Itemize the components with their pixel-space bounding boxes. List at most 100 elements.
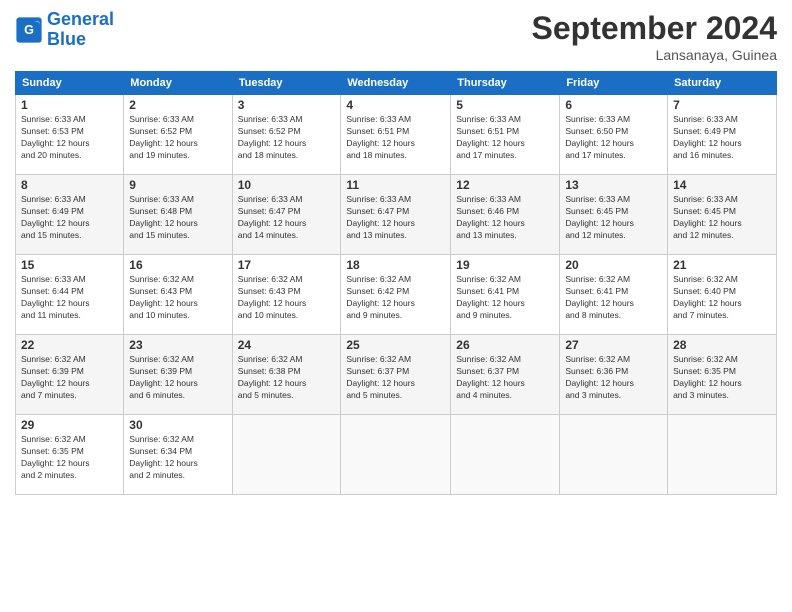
- day-cell: 20 Sunrise: 6:32 AMSunset: 6:41 PMDayligh…: [560, 255, 668, 335]
- logo-line1: General: [47, 9, 114, 29]
- day-cell: 23 Sunrise: 6:32 AMSunset: 6:39 PMDayligh…: [124, 335, 232, 415]
- day-info: Sunrise: 6:33 AMSunset: 6:53 PMDaylight:…: [21, 114, 118, 162]
- day-info: Sunrise: 6:33 AMSunset: 6:48 PMDaylight:…: [129, 194, 226, 242]
- day-info: Sunrise: 6:33 AMSunset: 6:47 PMDaylight:…: [238, 194, 336, 242]
- day-number: 1: [21, 98, 118, 112]
- logo: G General Blue: [15, 10, 114, 50]
- location: Lansanaya, Guinea: [532, 47, 777, 63]
- day-number: 3: [238, 98, 336, 112]
- day-cell: 3Sunrise: 6:33 AMSunset: 6:52 PMDaylight…: [232, 95, 341, 175]
- day-cell: 22 Sunrise: 6:32 AMSunset: 6:39 PMDayligh…: [16, 335, 124, 415]
- day-info: Sunrise: 6:32 AMSunset: 6:37 PMDaylight:…: [456, 354, 554, 402]
- day-info: Sunrise: 6:33 AMSunset: 6:46 PMDaylight:…: [456, 194, 554, 242]
- week-row-2: 8 Sunrise: 6:33 AMSunset: 6:49 PMDaylight…: [16, 175, 777, 255]
- day-cell: 10 Sunrise: 6:33 AMSunset: 6:47 PMDayligh…: [232, 175, 341, 255]
- day-number: 2: [129, 98, 226, 112]
- month-title: September 2024: [532, 10, 777, 47]
- day-number: 10: [238, 178, 336, 192]
- page: G General Blue September 2024 Lansanaya,…: [0, 0, 792, 612]
- day-info: Sunrise: 6:32 AMSunset: 6:42 PMDaylight:…: [346, 274, 445, 322]
- day-number: 15: [21, 258, 118, 272]
- day-info: Sunrise: 6:32 AMSunset: 6:41 PMDaylight:…: [456, 274, 554, 322]
- day-info: Sunrise: 6:32 AMSunset: 6:40 PMDaylight:…: [673, 274, 771, 322]
- header-cell-wednesday: Wednesday: [341, 72, 451, 95]
- day-cell: 2Sunrise: 6:33 AMSunset: 6:52 PMDaylight…: [124, 95, 232, 175]
- day-info: Sunrise: 6:32 AMSunset: 6:43 PMDaylight:…: [238, 274, 336, 322]
- day-cell: [451, 415, 560, 495]
- week-row-5: 29Sunrise: 6:32 AMSunset: 6:35 PMDayligh…: [16, 415, 777, 495]
- day-cell: 16 Sunrise: 6:32 AMSunset: 6:43 PMDayligh…: [124, 255, 232, 335]
- day-cell: [560, 415, 668, 495]
- day-cell: 14 Sunrise: 6:33 AMSunset: 6:45 PMDayligh…: [668, 175, 777, 255]
- day-number: 26: [456, 338, 554, 352]
- day-cell: 7 Sunrise: 6:33 AMSunset: 6:49 PMDaylight…: [668, 95, 777, 175]
- day-info: Sunrise: 6:33 AMSunset: 6:47 PMDaylight:…: [346, 194, 445, 242]
- header-row: SundayMondayTuesdayWednesdayThursdayFrid…: [16, 72, 777, 95]
- day-info: Sunrise: 6:33 AMSunset: 6:51 PMDaylight:…: [346, 114, 445, 162]
- day-number: 16: [129, 258, 226, 272]
- logo-text: General Blue: [47, 10, 114, 50]
- day-number: 12: [456, 178, 554, 192]
- logo-line2: Blue: [47, 29, 86, 49]
- day-number: 8: [21, 178, 118, 192]
- day-number: 14: [673, 178, 771, 192]
- day-number: 21: [673, 258, 771, 272]
- day-info: Sunrise: 6:32 AMSunset: 6:36 PMDaylight:…: [565, 354, 662, 402]
- day-cell: 28Sunrise: 6:32 AMSunset: 6:35 PMDayligh…: [668, 335, 777, 415]
- day-number: 19: [456, 258, 554, 272]
- day-number: 18: [346, 258, 445, 272]
- day-info: Sunrise: 6:32 AMSunset: 6:39 PMDaylight:…: [21, 354, 118, 402]
- week-row-4: 22 Sunrise: 6:32 AMSunset: 6:39 PMDayligh…: [16, 335, 777, 415]
- day-info: Sunrise: 6:33 AMSunset: 6:49 PMDaylight:…: [21, 194, 118, 242]
- day-info: Sunrise: 6:33 AMSunset: 6:50 PMDaylight:…: [565, 114, 662, 162]
- day-info: Sunrise: 6:33 AMSunset: 6:45 PMDaylight:…: [673, 194, 771, 242]
- header-cell-friday: Friday: [560, 72, 668, 95]
- day-number: 9: [129, 178, 226, 192]
- calendar-table: SundayMondayTuesdayWednesdayThursdayFrid…: [15, 71, 777, 495]
- day-info: Sunrise: 6:33 AMSunset: 6:45 PMDaylight:…: [565, 194, 662, 242]
- day-number: 27: [565, 338, 662, 352]
- day-cell: [341, 415, 451, 495]
- day-cell: 29Sunrise: 6:32 AMSunset: 6:35 PMDayligh…: [16, 415, 124, 495]
- day-info: Sunrise: 6:32 AMSunset: 6:43 PMDaylight:…: [129, 274, 226, 322]
- day-info: Sunrise: 6:33 AMSunset: 6:49 PMDaylight:…: [673, 114, 771, 162]
- day-info: Sunrise: 6:33 AMSunset: 6:51 PMDaylight:…: [456, 114, 554, 162]
- day-cell: 15 Sunrise: 6:33 AMSunset: 6:44 PMDayligh…: [16, 255, 124, 335]
- day-number: 30: [129, 418, 226, 432]
- day-info: Sunrise: 6:32 AMSunset: 6:38 PMDaylight:…: [238, 354, 336, 402]
- day-number: 22: [21, 338, 118, 352]
- day-info: Sunrise: 6:32 AMSunset: 6:39 PMDaylight:…: [129, 354, 226, 402]
- header-cell-sunday: Sunday: [16, 72, 124, 95]
- day-cell: 12 Sunrise: 6:33 AMSunset: 6:46 PMDayligh…: [451, 175, 560, 255]
- week-row-1: 1 Sunrise: 6:33 AMSunset: 6:53 PMDaylight…: [16, 95, 777, 175]
- day-cell: 24 Sunrise: 6:32 AMSunset: 6:38 PMDayligh…: [232, 335, 341, 415]
- day-number: 23: [129, 338, 226, 352]
- day-cell: 19 Sunrise: 6:32 AMSunset: 6:41 PMDayligh…: [451, 255, 560, 335]
- day-info: Sunrise: 6:32 AMSunset: 6:41 PMDaylight:…: [565, 274, 662, 322]
- day-number: 24: [238, 338, 336, 352]
- day-number: 20: [565, 258, 662, 272]
- day-info: Sunrise: 6:33 AMSunset: 6:44 PMDaylight:…: [21, 274, 118, 322]
- header-cell-thursday: Thursday: [451, 72, 560, 95]
- day-cell: 13 Sunrise: 6:33 AMSunset: 6:45 PMDayligh…: [560, 175, 668, 255]
- day-cell: 30Sunrise: 6:32 AMSunset: 6:34 PMDayligh…: [124, 415, 232, 495]
- day-cell: 9 Sunrise: 6:33 AMSunset: 6:48 PMDaylight…: [124, 175, 232, 255]
- day-cell: [232, 415, 341, 495]
- day-cell: 25 Sunrise: 6:32 AMSunset: 6:37 PMDayligh…: [341, 335, 451, 415]
- day-info: Sunrise: 6:32 AMSunset: 6:37 PMDaylight:…: [346, 354, 445, 402]
- day-number: 17: [238, 258, 336, 272]
- day-number: 25: [346, 338, 445, 352]
- day-cell: 6Sunrise: 6:33 AMSunset: 6:50 PMDaylight…: [560, 95, 668, 175]
- day-cell: [668, 415, 777, 495]
- day-cell: 27 Sunrise: 6:32 AMSunset: 6:36 PMDayligh…: [560, 335, 668, 415]
- day-number: 7: [673, 98, 771, 112]
- day-number: 28: [673, 338, 771, 352]
- day-cell: 21 Sunrise: 6:32 AMSunset: 6:40 PMDayligh…: [668, 255, 777, 335]
- day-number: 13: [565, 178, 662, 192]
- header-cell-tuesday: Tuesday: [232, 72, 341, 95]
- day-cell: 17 Sunrise: 6:32 AMSunset: 6:43 PMDayligh…: [232, 255, 341, 335]
- day-cell: 4Sunrise: 6:33 AMSunset: 6:51 PMDaylight…: [341, 95, 451, 175]
- day-number: 11: [346, 178, 445, 192]
- day-cell: 8 Sunrise: 6:33 AMSunset: 6:49 PMDaylight…: [16, 175, 124, 255]
- header: G General Blue September 2024 Lansanaya,…: [15, 10, 777, 63]
